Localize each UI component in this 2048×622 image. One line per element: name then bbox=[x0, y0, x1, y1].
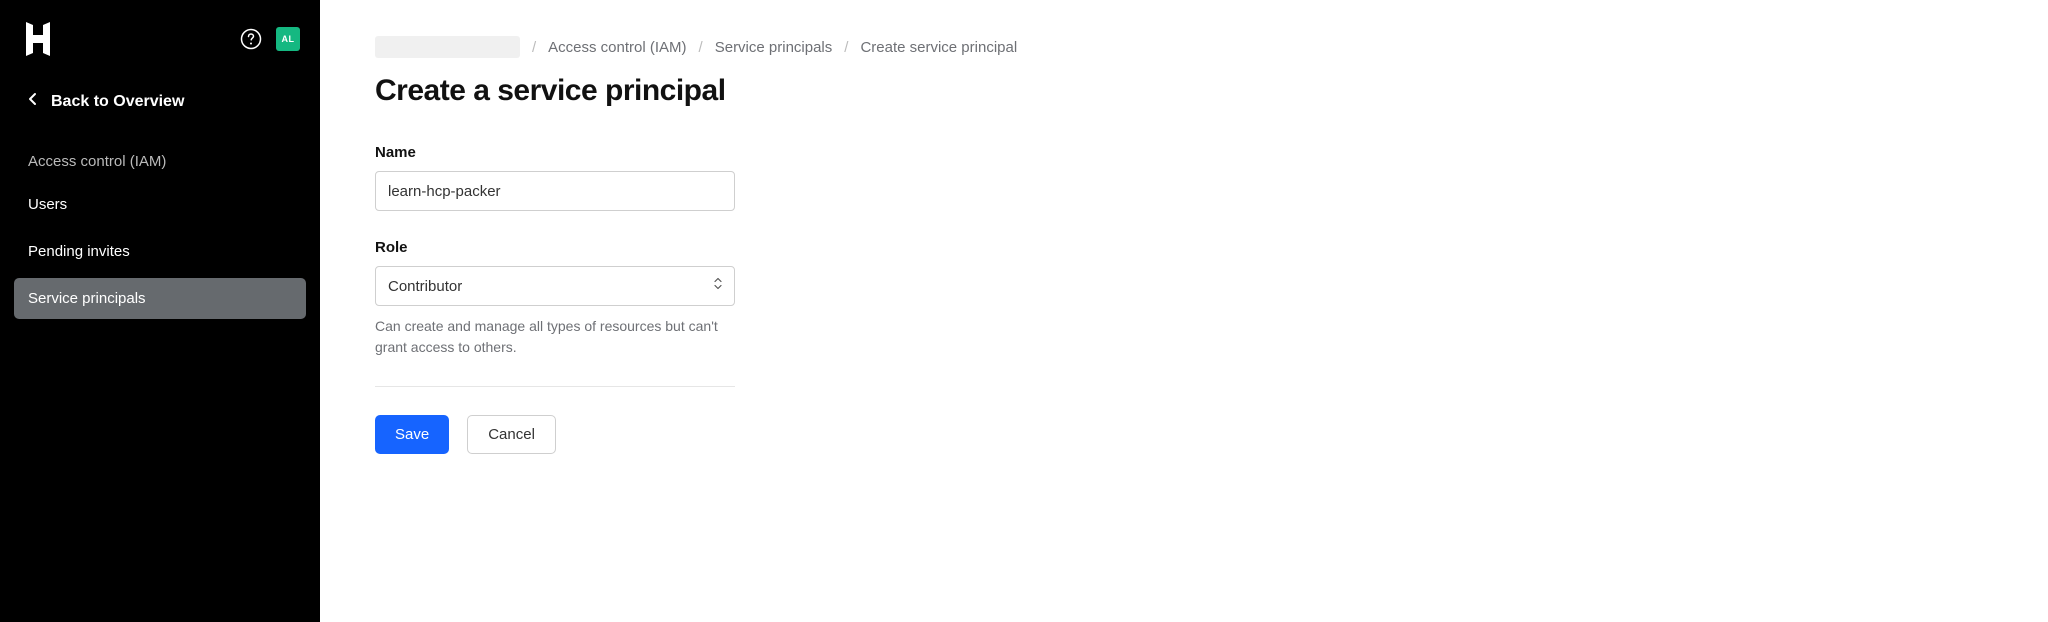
breadcrumb-separator: / bbox=[699, 39, 703, 56]
breadcrumb-separator: / bbox=[844, 39, 848, 56]
sidebar-nav: Access control (IAM) Users Pending invit… bbox=[0, 127, 320, 319]
back-link-label: Back to Overview bbox=[51, 93, 184, 111]
form-group-role: Role Contributor Can create and manage a… bbox=[375, 239, 1993, 358]
sidebar-top: AL bbox=[0, 20, 320, 78]
save-button[interactable]: Save bbox=[375, 415, 449, 454]
chevron-left-icon bbox=[28, 92, 37, 111]
breadcrumb-separator: / bbox=[532, 39, 536, 56]
role-label: Role bbox=[375, 239, 1993, 256]
breadcrumb-current: Create service principal bbox=[860, 39, 1017, 56]
role-select[interactable]: Contributor bbox=[375, 266, 735, 306]
button-row: Save Cancel bbox=[375, 415, 1993, 454]
form-divider bbox=[375, 386, 735, 387]
sidebar-item-users[interactable]: Users bbox=[14, 184, 306, 225]
breadcrumb-org-placeholder bbox=[375, 36, 520, 58]
breadcrumb-access-control[interactable]: Access control (IAM) bbox=[548, 39, 686, 56]
name-input[interactable] bbox=[375, 171, 735, 211]
name-label: Name bbox=[375, 144, 1993, 161]
back-to-overview-link[interactable]: Back to Overview bbox=[0, 78, 320, 127]
role-select-wrapper: Contributor bbox=[375, 266, 735, 306]
page-title: Create a service principal bbox=[375, 74, 1993, 108]
sidebar-item-service-principals[interactable]: Service principals bbox=[14, 278, 306, 319]
sidebar: AL Back to Overview Access control (IAM)… bbox=[0, 0, 320, 622]
cancel-button[interactable]: Cancel bbox=[467, 415, 556, 454]
breadcrumb: / Access control (IAM) / Service princip… bbox=[375, 36, 1993, 58]
avatar[interactable]: AL bbox=[276, 27, 300, 51]
help-icon[interactable] bbox=[240, 28, 262, 50]
role-help-text: Can create and manage all types of resou… bbox=[375, 316, 735, 358]
sidebar-section-heading: Access control (IAM) bbox=[14, 145, 306, 184]
breadcrumb-service-principals[interactable]: Service principals bbox=[715, 39, 833, 56]
hashicorp-logo-icon[interactable] bbox=[20, 20, 56, 58]
sidebar-top-right: AL bbox=[240, 27, 300, 51]
form-group-name: Name bbox=[375, 144, 1993, 211]
main-content: / Access control (IAM) / Service princip… bbox=[320, 0, 2048, 622]
sidebar-item-pending-invites[interactable]: Pending invites bbox=[14, 231, 306, 272]
